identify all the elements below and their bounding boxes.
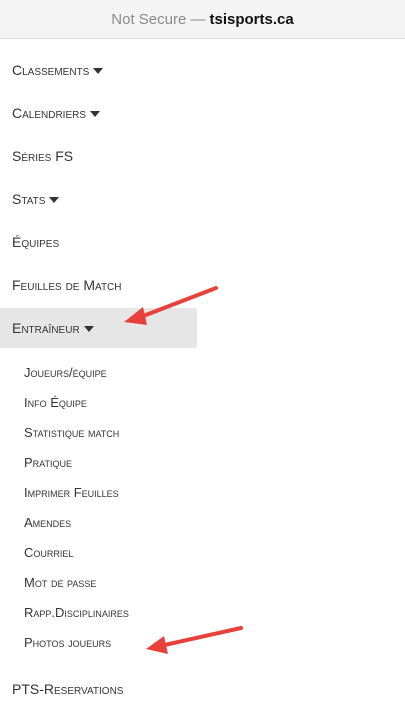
menu-item-label: Calendriers — [12, 105, 87, 121]
submenu-item-joueurs-equipe[interactable]: Joueurs/équipe — [0, 359, 107, 385]
submenu-item-label: Joueurs/équipe — [24, 364, 107, 380]
menu-item-label: Séries FS — [12, 148, 74, 164]
submenu-item-info-equipe[interactable]: Info Équipe — [0, 389, 87, 415]
menu-item-series-fs[interactable]: Séries FS — [0, 136, 73, 176]
browser-address-bar[interactable]: Not Secure — tsisports.ca — [0, 0, 405, 39]
menu-item-label: Feuilles de Match — [12, 277, 122, 293]
arrow-to-photos-joueurs-icon — [146, 626, 243, 654]
menu-item-classements[interactable]: Classements — [0, 50, 104, 90]
submenu-item-label: Pratique — [24, 454, 73, 470]
submenu-item-label: Statistique match — [24, 424, 120, 440]
domain-label: tsisports.ca — [209, 10, 294, 28]
submenu-item-rapp-disciplinaires[interactable]: Rapp.Disciplinaires — [0, 599, 129, 625]
menu-item-label: Classements — [12, 62, 90, 78]
submenu-item-label: Photos joueurs — [24, 634, 112, 650]
menu-item-label: PTS-Reservations — [12, 681, 124, 697]
submenu-item-label: Rapp.Disciplinaires — [24, 604, 129, 620]
submenu-item-label: Mot de passe — [24, 574, 97, 590]
submenu-item-amendes[interactable]: Amendes — [0, 509, 71, 535]
menu-item-calendriers[interactable]: Calendriers — [0, 93, 101, 133]
submenu-item-label: Info Équipe — [24, 394, 87, 410]
caret-down-icon — [49, 197, 60, 203]
submenu-item-label: Imprimer Feuilles — [24, 484, 119, 500]
security-label: Not Secure — — [111, 10, 206, 28]
submenu-item-statistique-match[interactable]: Statistique match — [0, 419, 119, 445]
submenu-item-label: Amendes — [24, 514, 72, 530]
menu-item-entraineur[interactable]: Entraîneur — [0, 308, 197, 348]
caret-down-icon — [93, 68, 104, 74]
submenu-item-pratique[interactable]: Pratique — [0, 449, 72, 475]
menu-item-label: Entraîneur — [12, 320, 80, 336]
menu-item-label: Équipes — [12, 234, 60, 250]
submenu-item-courriel[interactable]: Courriel — [0, 539, 73, 565]
menu-item-stats[interactable]: Stats — [0, 179, 60, 219]
menu-item-feuilles-de-match[interactable]: Feuilles de Match — [0, 265, 122, 305]
submenu-item-photos-joueurs[interactable]: Photos joueurs — [0, 629, 111, 655]
caret-down-icon — [83, 326, 94, 332]
menu-item-equipes[interactable]: Équipes — [0, 222, 59, 262]
submenu-item-imprimer-feuilles[interactable]: Imprimer Feuilles — [0, 479, 119, 505]
submenu-item-label: Courriel — [24, 544, 74, 560]
submenu-item-mot-de-passe[interactable]: Mot de passe — [0, 569, 96, 595]
menu-item-pts-reservations[interactable]: PTS-Reservations — [0, 669, 123, 709]
caret-down-icon — [90, 111, 101, 117]
menu-item-label: Stats — [12, 191, 46, 207]
